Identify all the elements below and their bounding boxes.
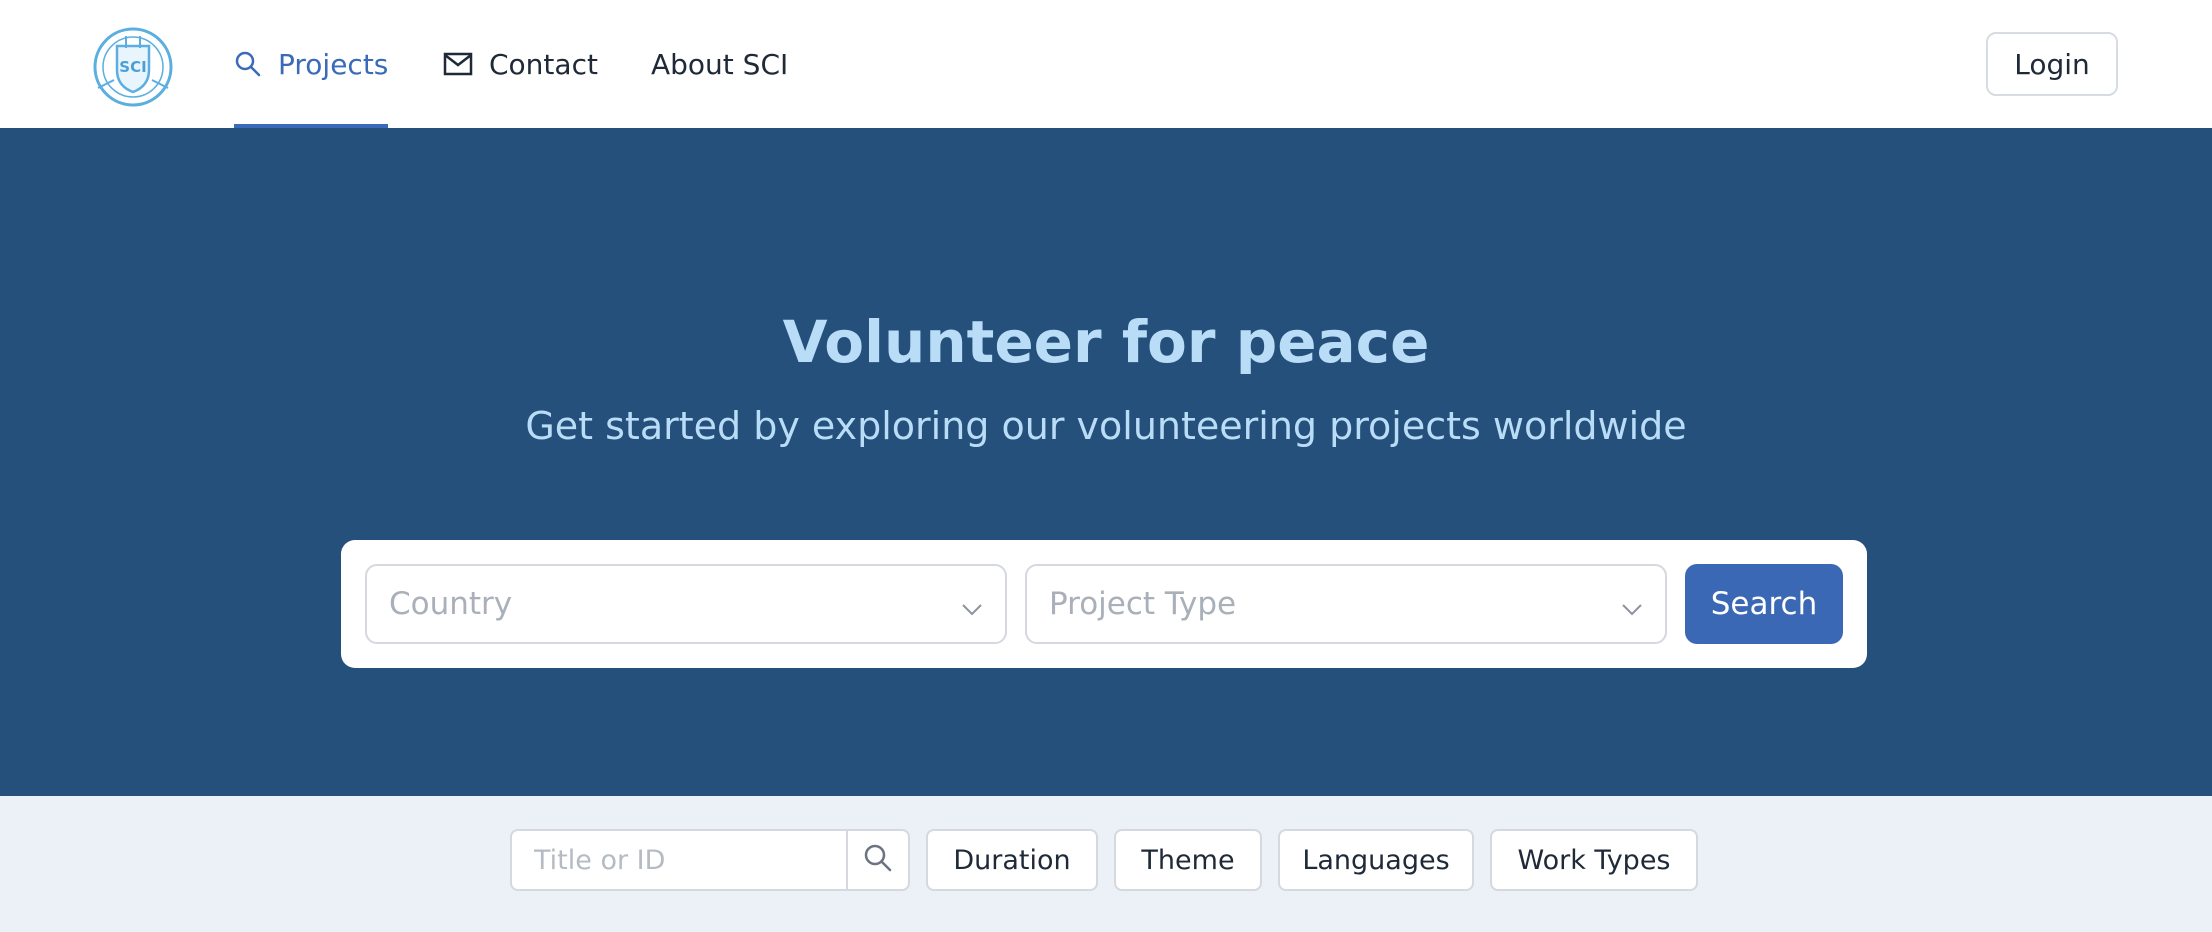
hero-subtitle: Get started by exploring our volunteerin…	[525, 404, 1687, 448]
languages-filter-button[interactable]: Languages	[1278, 829, 1474, 891]
country-select[interactable]: Country	[365, 564, 1007, 644]
nav-projects-label: Projects	[278, 47, 389, 81]
search-icon	[863, 843, 893, 877]
project-type-select[interactable]: Project Type	[1025, 564, 1667, 644]
nav-contact-label: Contact	[489, 47, 598, 81]
duration-filter-button[interactable]: Duration	[926, 829, 1098, 891]
country-select-placeholder: Country	[389, 586, 513, 622]
mail-icon	[443, 52, 473, 76]
hero-section: Volunteer for peace Get started by explo…	[0, 128, 2212, 796]
nav-about-label: About SCI	[651, 47, 789, 81]
title-or-id-input[interactable]	[512, 831, 846, 889]
search-button[interactable]: Search	[1685, 564, 1843, 644]
nav-projects[interactable]: Projects	[234, 0, 389, 128]
chevron-down-icon	[961, 592, 983, 616]
nav-about[interactable]: About SCI	[651, 0, 788, 128]
title-search-field	[510, 829, 910, 891]
filter-bar: Duration Theme Languages Work Types	[0, 796, 2212, 932]
svg-text:SCI: SCI	[119, 58, 146, 76]
hero-title: Volunteer for peace	[782, 308, 1430, 376]
work-types-filter-button[interactable]: Work Types	[1490, 829, 1698, 891]
project-type-select-placeholder: Project Type	[1049, 586, 1237, 622]
theme-filter-button[interactable]: Theme	[1114, 829, 1262, 891]
top-navbar: SCI Projects Contact About SCI Login	[0, 0, 2212, 128]
chevron-down-icon	[1621, 592, 1643, 616]
search-panel: Country Project Type Search	[341, 540, 1867, 668]
nav-contact[interactable]: Contact	[443, 0, 598, 128]
title-search-button[interactable]	[846, 831, 908, 889]
login-button[interactable]: Login	[1986, 32, 2118, 96]
sci-logo[interactable]: SCI	[90, 26, 176, 108]
search-icon	[234, 50, 262, 78]
